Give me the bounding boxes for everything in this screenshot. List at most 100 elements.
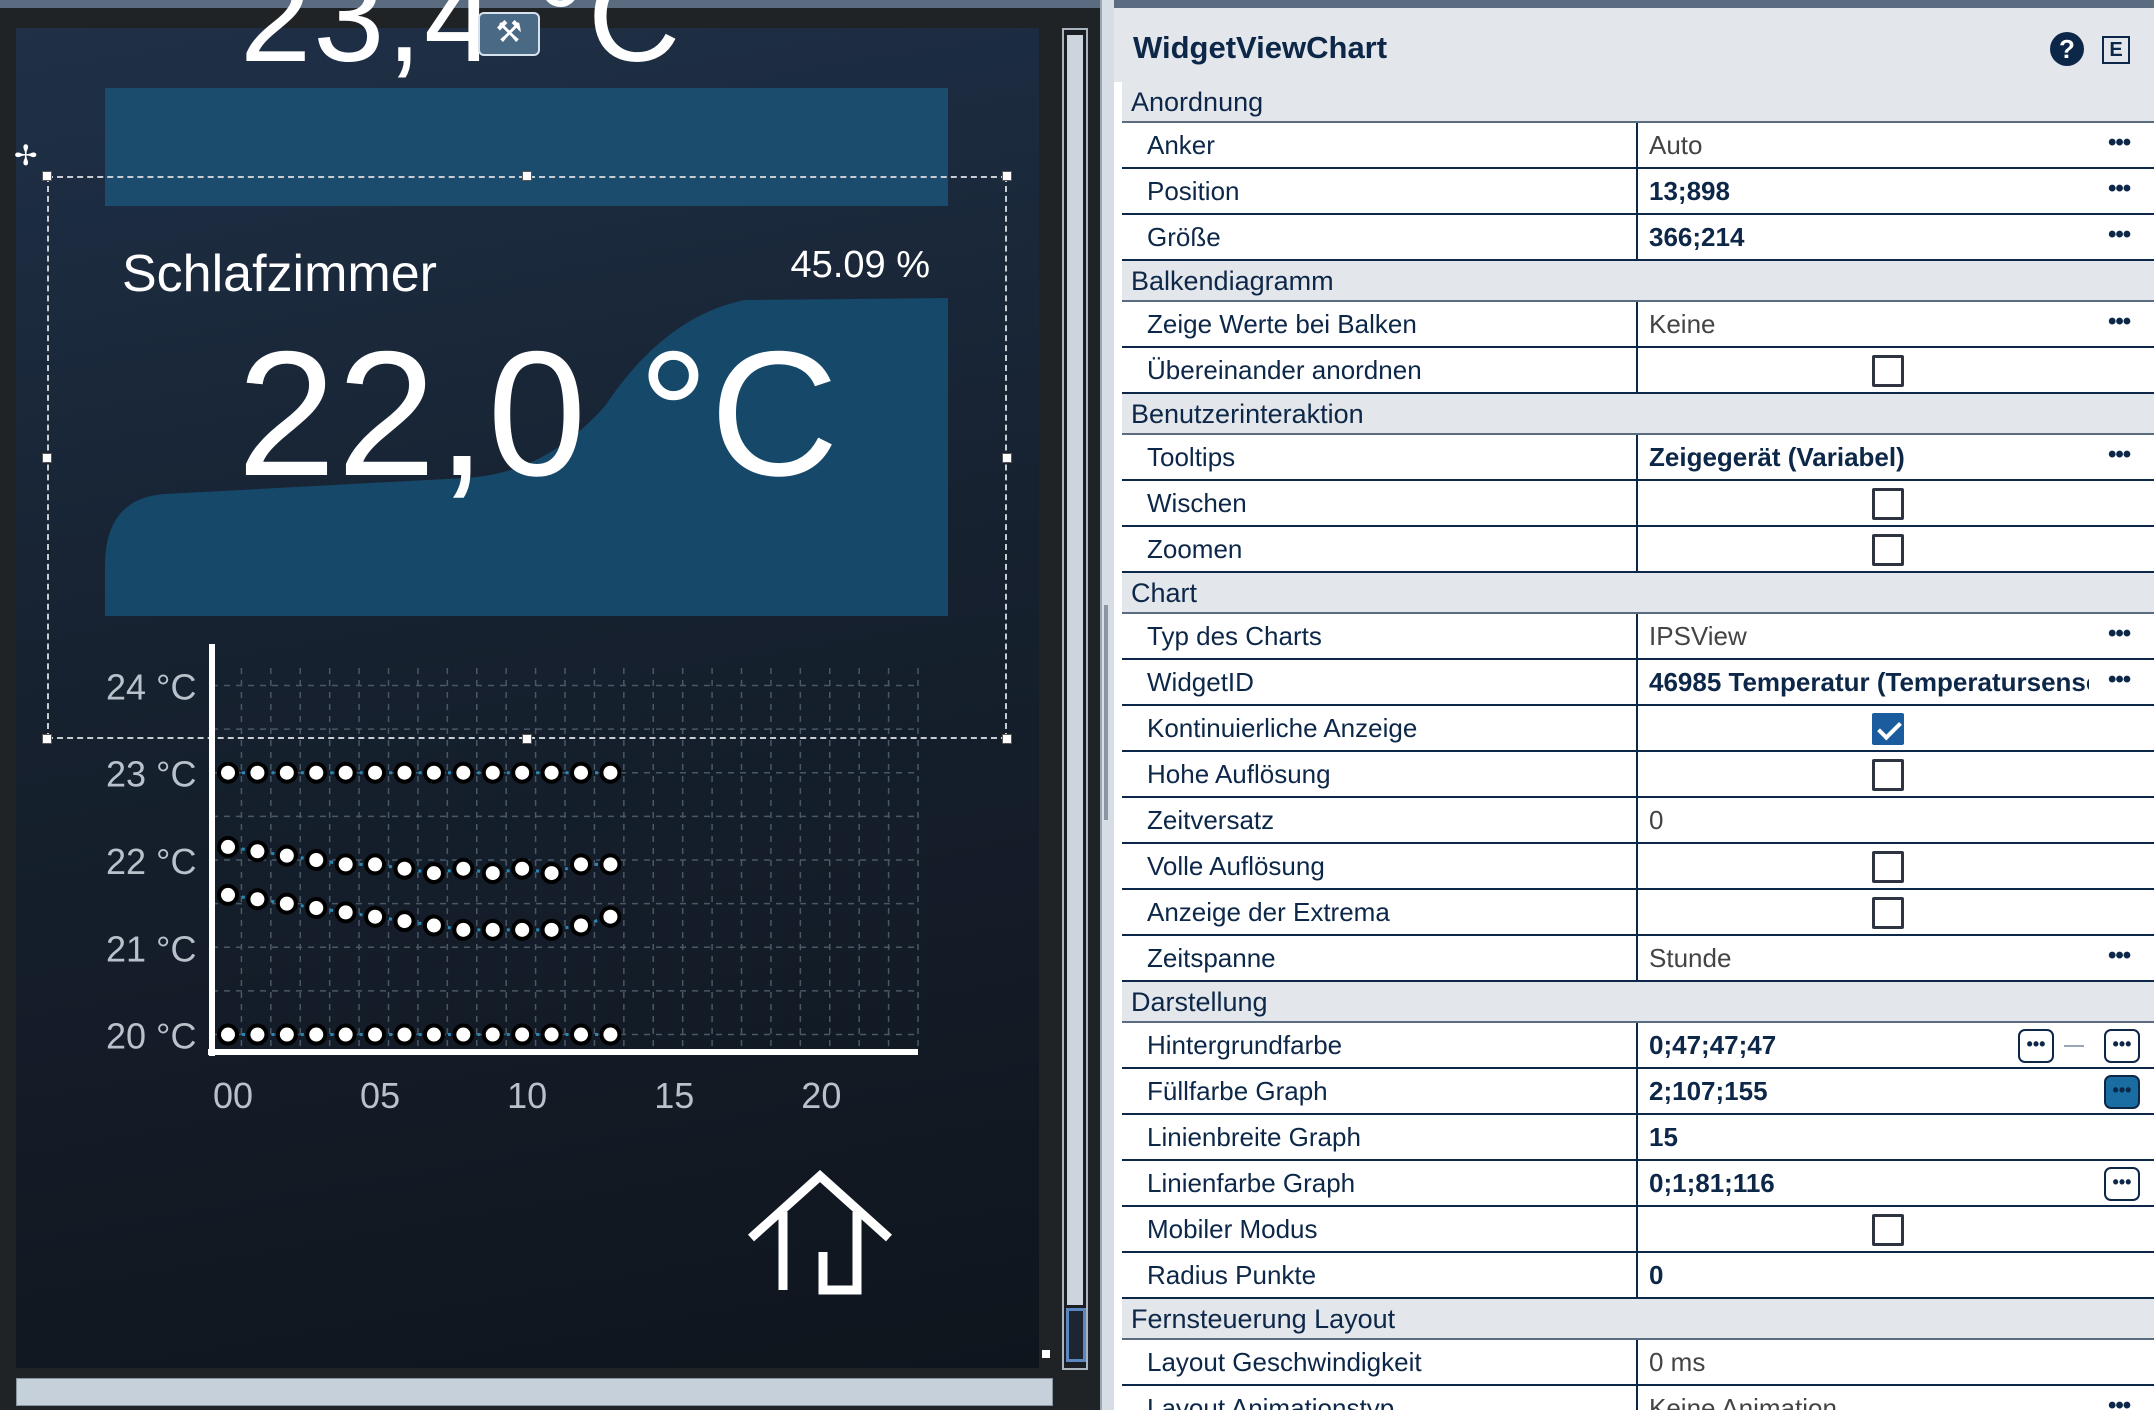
checkbox[interactable] (1872, 488, 1904, 520)
color-picker-button[interactable]: ••• (2104, 1075, 2140, 1109)
prop-value[interactable]: 0 ms (1649, 1340, 2089, 1384)
prop-value[interactable]: 2;107;155 (1649, 1069, 2089, 1113)
scroll-grip[interactable] (1066, 1308, 1086, 1362)
prop-value[interactable]: 0;1;81;116 (1649, 1161, 2089, 1205)
resize-handle-ml[interactable] (42, 453, 52, 463)
prop-value[interactable]: Keine (1649, 302, 2089, 346)
prop-value[interactable]: Zeigegerät (Variabel) (1649, 435, 2089, 479)
prop-row-anker[interactable]: Anker Auto ••• (1122, 123, 2154, 169)
ellipsis-button[interactable]: ••• (2108, 169, 2138, 209)
color-picker-button[interactable]: ••• (2018, 1029, 2054, 1063)
category-anordnung[interactable]: Anordnung (1122, 82, 2154, 123)
data-point (393, 761, 416, 784)
designer-horizontal-scrollbar[interactable] (16, 1378, 1053, 1406)
home-icon[interactable] (745, 1170, 895, 1300)
tools-icon[interactable]: ⚒ (478, 12, 540, 56)
prop-value[interactable]: Stunde (1649, 936, 2089, 980)
checkbox[interactable] (1872, 534, 1904, 566)
resize-handle-mr[interactable] (1002, 453, 1012, 463)
designer-vertical-scrollbar[interactable] (1062, 28, 1088, 1370)
prop-row-tooltips[interactable]: Tooltips Zeigegerät (Variabel) ••• (1122, 435, 2154, 481)
ellipsis-button[interactable]: ••• (2108, 302, 2138, 342)
ellipsis-button[interactable]: ••• (2108, 660, 2138, 700)
canvas-corner-handle[interactable] (1042, 1350, 1050, 1358)
data-point (246, 1023, 269, 1046)
prop-row-volle-aufloesung[interactable]: Volle Auflösung (1122, 844, 2154, 890)
prop-value[interactable]: 0 (1649, 798, 2089, 842)
prop-name: Zeitspanne (1122, 936, 1638, 980)
export-icon[interactable]: E (2102, 36, 2130, 64)
data-point (452, 1023, 475, 1046)
ellipsis-button[interactable]: ••• (2108, 215, 2138, 255)
checkbox[interactable] (1872, 851, 1904, 883)
category-fernsteuerung[interactable]: Fernsteuerung Layout (1122, 1299, 2154, 1340)
prop-name: Zoomen (1122, 527, 1638, 571)
data-point (246, 761, 269, 784)
prop-value[interactable]: Auto (1649, 123, 2089, 167)
prop-value[interactable]: Keine Animation (1649, 1386, 2089, 1410)
prop-row-extrema[interactable]: Anzeige der Extrema (1122, 890, 2154, 936)
prop-value[interactable]: 15 (1649, 1115, 2089, 1159)
designer-vertical-scroll-thumb[interactable] (1067, 35, 1083, 1305)
prop-row-zeitspanne[interactable]: Zeitspanne Stunde ••• (1122, 936, 2154, 982)
data-point (364, 905, 387, 928)
data-point (246, 888, 269, 911)
prop-value[interactable]: 13;898 (1649, 169, 2089, 213)
checkbox[interactable] (1872, 713, 1904, 745)
prop-value[interactable]: 46985 Temperatur (Temperatursensor) (1649, 660, 2089, 704)
help-icon[interactable]: ? (2050, 32, 2084, 66)
prop-value[interactable]: 366;214 (1649, 215, 2089, 259)
prop-row-mobil[interactable]: Mobiler Modus (1122, 1207, 2154, 1253)
prop-row-wischen[interactable]: Wischen (1122, 481, 2154, 527)
color-reset-button[interactable]: ••• (2104, 1029, 2140, 1063)
prop-row-radius[interactable]: Radius Punkte 0 (1122, 1253, 2154, 1299)
prop-name: Füllfarbe Graph (1122, 1069, 1638, 1113)
prop-row-zeitversatz[interactable]: Zeitversatz 0 (1122, 798, 2154, 844)
category-balkendiagramm[interactable]: Balkendiagramm (1122, 261, 2154, 302)
color-picker-button[interactable]: ••• (2104, 1167, 2140, 1201)
prop-row-layout-anim[interactable]: Layout Animationstyp Keine Animation ••• (1122, 1386, 2154, 1410)
ellipsis-button[interactable]: ••• (2108, 1386, 2138, 1410)
category-benutzerinteraktion[interactable]: Benutzerinteraktion (1122, 394, 2154, 435)
prop-name: Größe (1122, 215, 1638, 259)
prop-value[interactable]: 0 (1649, 1253, 2089, 1297)
data-point (422, 761, 445, 784)
ellipsis-button[interactable]: ••• (2108, 936, 2138, 976)
data-point (599, 905, 622, 928)
resize-handle-tl[interactable] (42, 171, 52, 181)
prop-row-kontinuierlich[interactable]: Kontinuierliche Anzeige (1122, 706, 2154, 752)
prop-row-zoomen[interactable]: Zoomen (1122, 527, 2154, 573)
temperature-chart[interactable]: 24 °C 23 °C 22 °C 21 °C 20 °C 00 05 10 15 20 (0, 640, 1000, 1120)
prop-row-zeige-werte[interactable]: Zeige Werte bei Balken Keine ••• (1122, 302, 2154, 348)
resize-handle-tm[interactable] (522, 171, 532, 181)
prop-row-hohe-aufloesung[interactable]: Hohe Auflösung (1122, 752, 2154, 798)
ellipsis-button[interactable]: ••• (2108, 435, 2138, 475)
prop-value[interactable]: IPSView (1649, 614, 2089, 658)
category-chart[interactable]: Chart (1122, 573, 2154, 614)
prop-row-groesse[interactable]: Größe 366;214 ••• (1122, 215, 2154, 261)
prop-row-typ[interactable]: Typ des Charts IPSView ••• (1122, 614, 2154, 660)
prop-row-hintergrundfarbe[interactable]: Hintergrundfarbe 0;47;47;47 ••• ••• (1122, 1023, 2154, 1069)
data-point (305, 761, 328, 784)
checkbox[interactable] (1872, 759, 1904, 791)
resize-handle-br[interactable] (1002, 734, 1012, 744)
move-handle-icon[interactable]: ✢ (14, 142, 42, 170)
data-point (364, 853, 387, 876)
prop-row-linienfarbe[interactable]: Linienfarbe Graph 0;1;81;116 ••• (1122, 1161, 2154, 1207)
prop-row-fuellfarbe[interactable]: Füllfarbe Graph 2;107;155 ••• (1122, 1069, 2154, 1115)
ellipsis-button[interactable]: ••• (2108, 123, 2138, 163)
prop-row-widgetid[interactable]: WidgetID 46985 Temperatur (Temperatursen… (1122, 660, 2154, 706)
ellipsis-button[interactable]: ••• (2108, 614, 2138, 654)
checkbox[interactable] (1872, 355, 1904, 387)
prop-row-position[interactable]: Position 13;898 ••• (1122, 169, 2154, 215)
prop-row-linienbreite[interactable]: Linienbreite Graph 15 (1122, 1115, 2154, 1161)
resize-handle-tr[interactable] (1002, 171, 1012, 181)
checkbox[interactable] (1872, 1214, 1904, 1246)
prop-row-layout-speed[interactable]: Layout Geschwindigkeit 0 ms (1122, 1340, 2154, 1386)
category-darstellung[interactable]: Darstellung (1122, 982, 2154, 1023)
prop-row-uebereinander[interactable]: Übereinander anordnen (1122, 348, 2154, 394)
splitter-grip[interactable] (1104, 605, 1108, 820)
prop-name: Hintergrundfarbe (1122, 1023, 1638, 1067)
prop-name: Layout Geschwindigkeit (1122, 1340, 1638, 1384)
checkbox[interactable] (1872, 897, 1904, 929)
